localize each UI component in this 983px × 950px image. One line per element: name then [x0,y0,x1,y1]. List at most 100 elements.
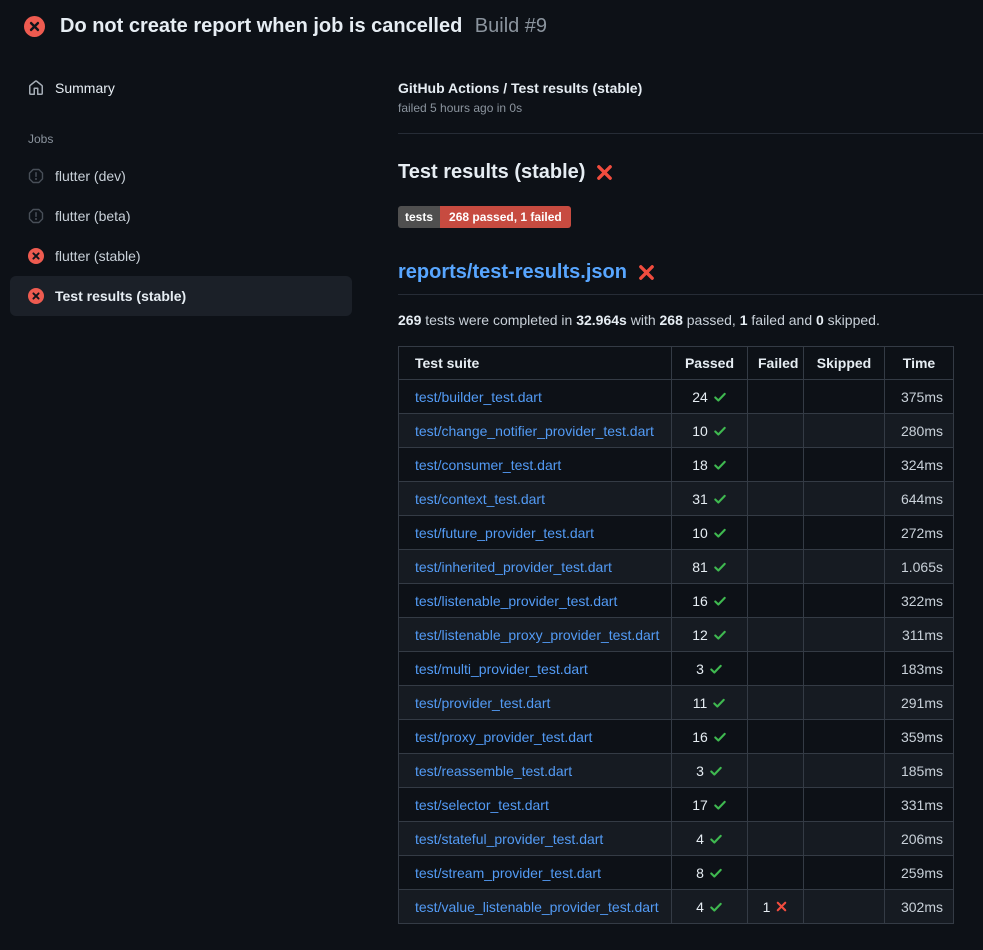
table-header-row: Test suite Passed Failed Skipped Time [399,347,954,380]
skipped-cell [804,754,885,788]
passed-cell: 18 [672,448,748,482]
skipped-cell [804,822,885,856]
passed-cell: 3 [672,754,748,788]
test-suite-link[interactable]: test/reassemble_test.dart [415,763,572,779]
skipped-cell [804,856,885,890]
time-cell: 259ms [885,856,954,890]
failed-icon [28,248,44,264]
check-icon [712,696,726,710]
test-suite-link[interactable]: test/provider_test.dart [415,695,550,711]
test-suite-link[interactable]: test/listenable_proxy_provider_test.dart [415,627,659,643]
col-header-passed: Passed [672,347,748,380]
job-label: Test results (stable) [55,288,186,304]
skipped-cell [804,890,885,924]
sidebar-item-summary[interactable]: Summary [0,68,362,108]
cancelled-icon [28,208,44,224]
failed-icon [28,288,44,304]
failed-cell: 1 [748,890,804,924]
test-suite-link[interactable]: test/value_listenable_provider_test.dart [415,899,659,915]
test-suite-link[interactable]: test/inherited_provider_test.dart [415,559,612,575]
test-results-table: Test suite Passed Failed Skipped Time te… [398,346,954,924]
time-cell: 185ms [885,754,954,788]
check-icon [709,832,723,846]
passed-cell: 4 [672,890,748,924]
test-suite-link[interactable]: test/consumer_test.dart [415,457,561,473]
page-title: Do not create report when job is cancell… [60,15,462,37]
passed-cell: 3 [672,652,748,686]
table-row: test/provider_test.dart 11 [399,686,954,720]
report-file-link[interactable]: reports/test-results.json [398,261,627,284]
check-run-page: Do not create report when job is cancell… [0,0,983,950]
divider [398,133,983,134]
passed-cell: 81 [672,550,748,584]
skipped-cell [804,550,885,584]
test-suite-link[interactable]: test/proxy_provider_test.dart [415,729,592,745]
test-suite-link[interactable]: test/selector_test.dart [415,797,549,813]
test-suite-link[interactable]: test/change_notifier_provider_test.dart [415,423,654,439]
check-icon [713,390,727,404]
check-icon [713,424,727,438]
failed-cell [748,822,804,856]
table-row: test/listenable_provider_test.dart 16 [399,584,954,618]
time-cell: 322ms [885,584,954,618]
table-row: test/multi_provider_test.dart 3 [399,652,954,686]
time-cell: 280ms [885,414,954,448]
check-icon [709,900,723,914]
build-number: Build #9 [475,15,547,37]
failed-cell [748,414,804,448]
time-cell: 1.065s [885,550,954,584]
check-icon [709,866,723,880]
sidebar-job-item[interactable]: flutter (beta) [10,196,352,236]
sidebar-jobs-list: flutter (dev) [0,156,362,316]
x-icon [775,900,788,913]
test-suite-link[interactable]: test/future_provider_test.dart [415,525,594,541]
failed-cell [748,448,804,482]
check-icon [709,662,723,676]
check-icon [713,798,727,812]
col-header-time: Time [885,347,954,380]
table-row: test/future_provider_test.dart 10 [399,516,954,550]
test-suite-link[interactable]: test/stream_provider_test.dart [415,865,601,881]
check-section-title: Test results (stable) [398,161,983,184]
failed-cell [748,686,804,720]
failed-cell [748,380,804,414]
check-icon [713,526,727,540]
table-row: test/builder_test.dart 24 [399,380,954,414]
time-cell: 302ms [885,890,954,924]
test-suite-link[interactable]: test/context_test.dart [415,491,545,507]
test-suite-link[interactable]: test/builder_test.dart [415,389,542,405]
passed-cell: 10 [672,414,748,448]
col-header-test-suite: Test suite [399,347,672,380]
passed-cell: 12 [672,618,748,652]
test-suite-link[interactable]: test/multi_provider_test.dart [415,661,588,677]
failed-cell [748,584,804,618]
time-cell: 206ms [885,822,954,856]
table-row: test/consumer_test.dart 18 [399,448,954,482]
skipped-cell [804,788,885,822]
job-label: flutter (stable) [55,248,141,264]
skipped-cell [804,652,885,686]
failed-cell [748,856,804,890]
failed-x-icon [595,163,614,182]
table-row: test/context_test.dart 31 [399,482,954,516]
failed-status-icon [24,16,45,37]
col-header-failed: Failed [748,347,804,380]
table-row: test/stream_provider_test.dart 8 [399,856,954,890]
table-row: test/stateful_provider_test.dart 4 [399,822,954,856]
sidebar-job-item[interactable]: Test results (stable) [10,276,352,316]
sidebar-job-item[interactable]: flutter (dev) [10,156,352,196]
test-suite-link[interactable]: test/listenable_provider_test.dart [415,593,617,609]
failed-cell [748,720,804,754]
failed-cell [748,652,804,686]
sidebar-job-item[interactable]: flutter (stable) [10,236,352,276]
page-header: Do not create report when job is cancell… [0,0,983,50]
check-icon [713,628,727,642]
badge-label: tests [398,206,440,228]
sidebar-summary-label: Summary [55,80,115,96]
skipped-cell [804,414,885,448]
test-suite-link[interactable]: test/stateful_provider_test.dart [415,831,603,847]
home-icon [28,80,44,96]
time-cell: 359ms [885,720,954,754]
time-cell: 183ms [885,652,954,686]
skipped-cell [804,482,885,516]
